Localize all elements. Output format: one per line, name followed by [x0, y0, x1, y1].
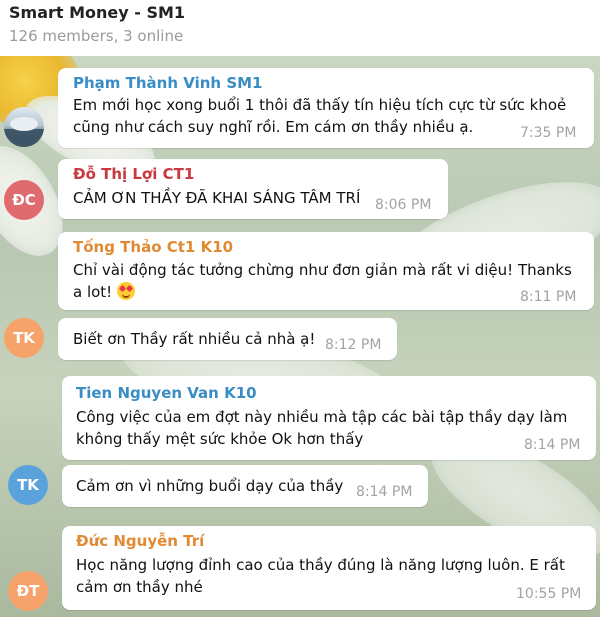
message-text: Công việc của em đợt này nhiều mà tập cá…	[76, 408, 568, 426]
message-time: 8:14 PM	[356, 484, 413, 500]
message-time: 8:14 PM	[524, 437, 581, 453]
message-text: Chỉ vài động tác tưởng chừng như đơn giả…	[73, 261, 572, 279]
message-text: Học năng lượng đỉnh cao của thầy đúng là…	[76, 556, 565, 574]
sender-name[interactable]: Đức Nguyễn Trí	[76, 532, 204, 550]
message-bubble[interactable]: Tien Nguyen Van K10 Công việc của em đợt…	[62, 376, 596, 460]
sender-name[interactable]: Phạm Thành Vinh SM1	[73, 74, 263, 92]
message-text: Em mới học xong buổi 1 thôi đã thấy tín …	[73, 96, 567, 114]
message-bubble[interactable]: Biết ơn Thầy rất nhiều cả nhà ạ! 8:12 PM	[58, 318, 397, 360]
message-bubble[interactable]: Phạm Thành Vinh SM1 Em mới học xong buổi…	[58, 68, 594, 148]
message-text: cũng như cách suy nghĩ rồi. Em cám ơn th…	[73, 118, 474, 136]
sender-name[interactable]: Tống Thảo Ct1 K10	[73, 238, 233, 256]
message-bubble[interactable]: Đỗ Thị Lợi CT1 CẢM ƠN THẦY ĐÃ KHAI SÁNG …	[58, 159, 448, 219]
chat-header[interactable]: Smart Money - SM1 126 members, 3 online	[0, 0, 600, 56]
message-text: không thấy mệt sức khỏe Ok hơn thấy	[76, 430, 364, 448]
message-text: CẢM ƠN THẦY ĐÃ KHAI SÁNG TÂM TRÍ	[73, 189, 361, 207]
heart-eyes-emoji-icon	[116, 282, 135, 300]
message-text: Biết ơn Thầy rất nhiều cả nhà ạ!	[73, 330, 316, 348]
chat-area[interactable]: Phạm Thành Vinh SM1 Em mới học xong buổi…	[0, 56, 600, 617]
message-bubble[interactable]: Cảm ơn vì những buổi dạy của thầy 8:14 P…	[62, 465, 428, 507]
message-text: a lot!	[73, 283, 113, 301]
message-time: 10:55 PM	[516, 586, 582, 602]
sender-name[interactable]: Đỗ Thị Lợi CT1	[73, 165, 194, 183]
message-bubble[interactable]: Tống Thảo Ct1 K10 Chỉ vài động tác tưởng…	[58, 232, 594, 310]
chat-title: Smart Money - SM1	[9, 3, 186, 22]
message-bubble[interactable]: Đức Nguyễn Trí Học năng lượng đỉnh cao c…	[62, 526, 596, 610]
message-time: 8:11 PM	[520, 289, 577, 305]
avatar[interactable]: TK	[8, 465, 48, 505]
avatar[interactable]: ĐC	[4, 180, 44, 220]
avatar[interactable]: TK	[4, 318, 44, 358]
message-time: 8:06 PM	[375, 197, 432, 213]
sender-name[interactable]: Tien Nguyen Van K10	[76, 384, 257, 402]
avatar[interactable]	[4, 107, 44, 147]
message-time: 7:35 PM	[520, 125, 577, 141]
message-time: 8:12 PM	[325, 337, 382, 353]
message-text: cảm ơn thầy nhé	[76, 578, 203, 596]
message-line: a lot!	[73, 281, 135, 303]
message-text: Cảm ơn vì những buổi dạy của thầy	[76, 477, 344, 495]
avatar[interactable]: ĐT	[8, 571, 48, 611]
member-count: 126 members, 3 online	[9, 27, 184, 45]
